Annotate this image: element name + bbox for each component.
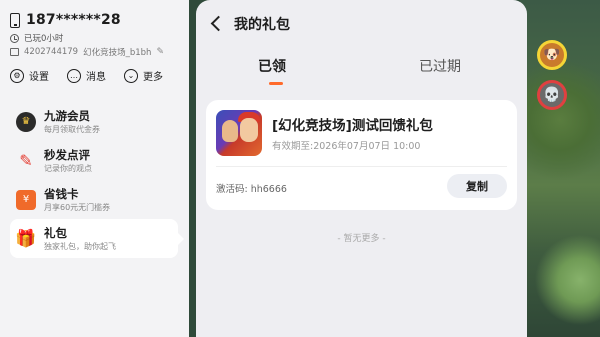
tab-expired[interactable]: 已过期 xyxy=(419,56,461,76)
messages-label: 消息 xyxy=(86,72,106,83)
gift-title: [幻化竞技场]测试回馈礼包 xyxy=(272,118,433,134)
gift-expiry: 有效期至:2026年07月07日 10:00 xyxy=(272,141,421,152)
sidebar-menu: ♛ 九游会员 每月领取代金券 ✎ 秒发点评 记录你的观点 ¥ 省钱卡 月享60元… xyxy=(10,102,184,258)
user-phone: 187******28 xyxy=(26,12,121,28)
gear-icon: ⚙ xyxy=(10,68,24,83)
user-sidebar: 187******28 已玩0小时 4202744179 幻化竞技场_b1bh … xyxy=(0,0,189,337)
message-icon: … xyxy=(67,68,81,83)
sidebar-item-subtitle: 每月领取代金券 xyxy=(44,124,100,134)
sidebar-item-vip[interactable]: ♛ 九游会员 每月领取代金券 xyxy=(10,102,178,141)
gift-panel: 我的礼包 已领 已过期 [幻化竞技场]测试回馈礼包 有效期至:2026年07月0… xyxy=(196,0,527,337)
messages-button[interactable]: … 消息 xyxy=(67,68,106,83)
sidebar-item-title: 九游会员 xyxy=(44,108,90,123)
more-label: 更多 xyxy=(143,72,163,83)
sidebar-item-gift[interactable]: 🎁 礼包 独家礼包，助你起飞 xyxy=(10,219,184,258)
user-nickname: 幻化竞技场_b1bh xyxy=(83,48,152,58)
page-title: 我的礼包 xyxy=(234,17,290,33)
game-thumbnail xyxy=(216,110,262,156)
sidebar-item-subtitle: 月享60元无门槛券 xyxy=(44,202,111,212)
play-time: 已玩0小时 xyxy=(24,34,64,44)
settings-button[interactable]: ⚙ 设置 xyxy=(10,68,49,83)
sidebar-item-subtitle: 记录你的观点 xyxy=(44,163,92,173)
crown-icon: ♛ xyxy=(16,111,36,132)
sidebar-item-title: 礼包 xyxy=(44,225,67,240)
more-button[interactable]: ⌄ 更多 xyxy=(124,68,163,83)
back-arrow-icon[interactable] xyxy=(210,15,223,31)
panel-header: 我的礼包 xyxy=(196,0,527,46)
pen-icon: ✎ xyxy=(19,151,33,170)
user-phone-row: 187******28 xyxy=(10,12,121,28)
user-id-row: 4202744179 幻化竞技场_b1bh ✎ xyxy=(10,46,164,58)
no-more-text: - 暂无更多 - xyxy=(337,234,386,244)
gift-tabs: 已领 已过期 xyxy=(196,56,527,86)
play-time-row: 已玩0小时 xyxy=(10,32,63,44)
enemy-avatar-icon[interactable]: 💀 xyxy=(537,80,567,110)
sidebar-item-review[interactable]: ✎ 秒发点评 记录你的观点 xyxy=(10,141,178,180)
user-id: 4202744179 xyxy=(24,47,79,57)
gift-icon: 🎁 xyxy=(15,228,37,249)
chevron-down-icon: ⌄ xyxy=(124,68,138,83)
id-card-icon xyxy=(10,48,19,56)
sidebar-item-title: 秒发点评 xyxy=(44,147,90,162)
gift-card: [幻化竞技场]测试回馈礼包 有效期至:2026年07月07日 10:00 激活码… xyxy=(206,100,517,210)
edit-icon[interactable]: ✎ xyxy=(156,47,164,57)
quick-actions: ⚙ 设置 … 消息 ⌄ 更多 xyxy=(10,68,163,83)
sidebar-item-subtitle: 独家礼包，助你起飞 xyxy=(44,241,116,251)
tab-claimed[interactable]: 已领 xyxy=(258,56,286,76)
settings-label: 设置 xyxy=(29,72,49,83)
hero-avatar-icon[interactable]: 🐶 xyxy=(537,40,567,70)
sidebar-item-saver-card[interactable]: ¥ 省钱卡 月享60元无门槛券 xyxy=(10,180,178,219)
card-icon: ¥ xyxy=(16,189,36,210)
card-divider xyxy=(216,166,507,167)
phone-icon xyxy=(10,12,20,28)
clock-icon xyxy=(10,33,19,43)
copy-button[interactable]: 复制 xyxy=(447,174,507,198)
active-tab-indicator xyxy=(269,82,283,85)
activation-code: 激活码: hh6666 xyxy=(216,184,287,195)
sidebar-item-title: 省钱卡 xyxy=(44,186,79,201)
